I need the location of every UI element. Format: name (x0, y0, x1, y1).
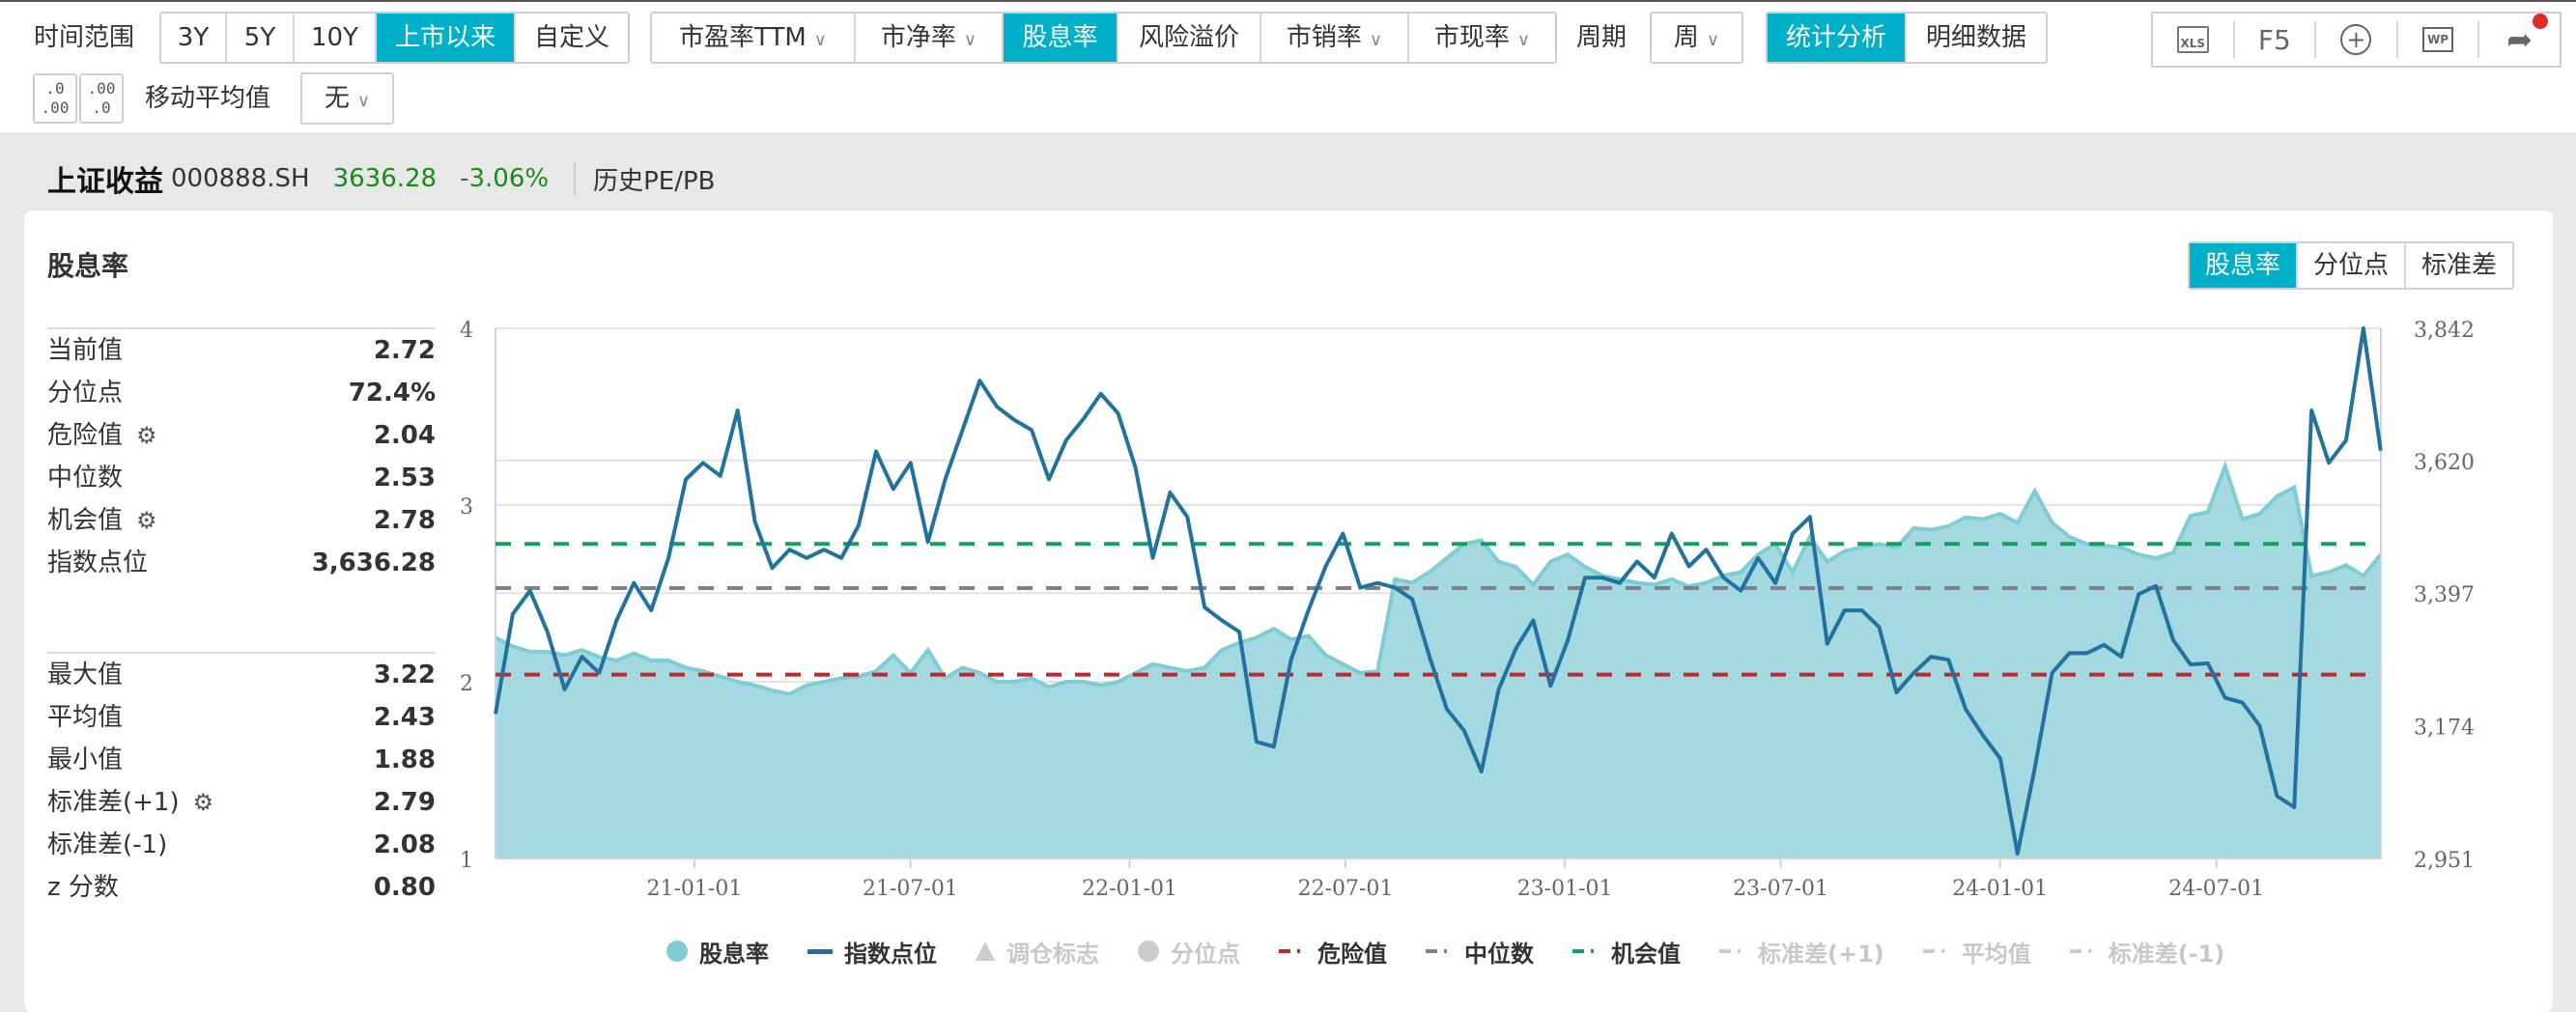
right-axis-tick-label: 3,397 (2414, 583, 2475, 607)
legend-item[interactable]: 平均值 (1922, 935, 2031, 969)
dashed-line-icon (1719, 949, 1746, 953)
legend-label: 中位数 (1464, 940, 1534, 968)
left-axis-tick-label: 3 (460, 495, 473, 520)
legend-label: 指数点位 (844, 940, 937, 968)
circle-icon (666, 941, 688, 962)
legend-label: 分位点 (1171, 940, 1240, 968)
dividend-yield-chart: 1 2 3 4 2,951 3,174 3,397 3,620 3,842 21-01-01 21-… (460, 319, 2475, 901)
legend-label: 标准差(+1) (1758, 940, 1884, 968)
x-axis-tick-label: 23-01-01 (1517, 877, 1613, 901)
x-axis-tick-label: 24-01-01 (1952, 877, 2048, 901)
legend-item[interactable]: 中位数 (1426, 935, 1534, 969)
triangle-icon (976, 942, 995, 961)
legend-label: 机会值 (1611, 940, 1681, 968)
legend-item[interactable]: 股息率 (666, 935, 769, 969)
left-axis-tick-label: 4 (460, 319, 473, 343)
x-axis-tick-label: 22-01-01 (1082, 877, 1177, 901)
dashed-line-icon (2069, 949, 2097, 953)
right-axis-tick-label: 3,174 (2414, 717, 2475, 741)
legend-label: 危险值 (1317, 940, 1387, 968)
line-icon (807, 948, 833, 954)
legend-item[interactable]: 标准差(-1) (2069, 935, 2225, 969)
legend-label: 平均值 (1961, 940, 2031, 968)
legend-item[interactable]: 危险值 (1279, 935, 1387, 969)
legend-label: 股息率 (699, 940, 769, 968)
x-axis-tick-label: 23-07-01 (1733, 877, 1828, 901)
legend-item[interactable]: 分位点 (1138, 935, 1240, 969)
right-axis-tick-label: 3,842 (2414, 319, 2475, 343)
legend-item[interactable]: 指数点位 (807, 935, 937, 969)
dashed-line-icon (1922, 949, 1950, 953)
legend-label: 标准差(-1) (2108, 940, 2225, 968)
dividend-yield-area (495, 465, 2381, 858)
legend-item[interactable]: 调仓标志 (976, 935, 1099, 969)
legend-label: 调仓标志 (1006, 940, 1099, 968)
dashed-line-icon (1426, 949, 1453, 953)
circle-icon (1138, 941, 1159, 962)
left-axis-tick-label: 1 (460, 849, 473, 873)
chart-legend: 股息率 指数点位 调仓标志 分位点 危险值 中位数 机会值 标准差(+1) 平均值 标准差(-1) (666, 932, 2263, 970)
left-axis-tick-label: 2 (460, 672, 473, 696)
x-axis-tick-label: 22-07-01 (1298, 877, 1394, 901)
right-axis-tick-label: 2,951 (2414, 849, 2475, 873)
x-axis-tick-label: 24-07-01 (2168, 877, 2264, 901)
x-axis-tick-label: 21-07-01 (863, 877, 958, 901)
x-axis-tick-label: 21-01-01 (646, 877, 742, 901)
legend-item[interactable]: 标准差(+1) (1719, 935, 1884, 969)
dashed-line-icon (1572, 949, 1599, 953)
legend-item[interactable]: 机会值 (1572, 935, 1681, 969)
dashed-line-icon (1279, 949, 1306, 953)
right-axis-tick-label: 3,620 (2414, 451, 2475, 475)
